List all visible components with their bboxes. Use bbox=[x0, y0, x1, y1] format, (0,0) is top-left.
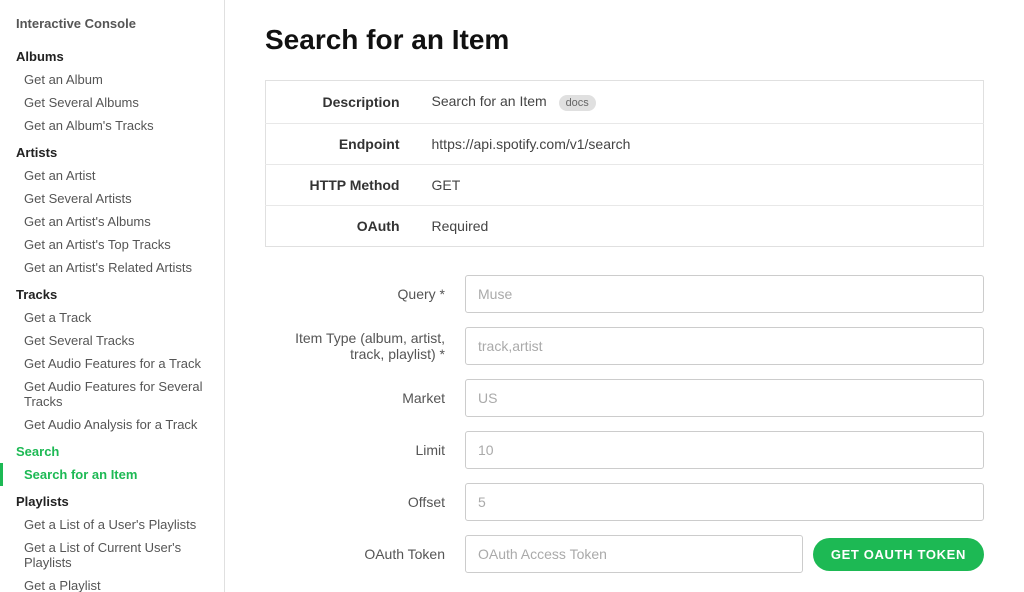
query-row: Query * bbox=[265, 275, 984, 313]
oauth-info-value: Required bbox=[416, 206, 984, 247]
item-type-label: Item Type (album, artist, track, playlis… bbox=[265, 330, 465, 362]
offset-label: Offset bbox=[265, 494, 465, 510]
sidebar: Interactive Console Albums Get an Album … bbox=[0, 0, 225, 592]
sidebar-section-albums: Albums bbox=[0, 41, 224, 68]
sidebar-item-search-for-item[interactable]: Search for an Item bbox=[0, 463, 224, 486]
sidebar-item-get-several-artists[interactable]: Get Several Artists bbox=[0, 187, 224, 210]
sidebar-item-get-track[interactable]: Get a Track bbox=[0, 306, 224, 329]
sidebar-item-get-artist[interactable]: Get an Artist bbox=[0, 164, 224, 187]
sidebar-item-get-artist-albums[interactable]: Get an Artist's Albums bbox=[0, 210, 224, 233]
sidebar-item-get-artist-top-tracks[interactable]: Get an Artist's Top Tracks bbox=[0, 233, 224, 256]
item-type-row: Item Type (album, artist, track, playlis… bbox=[265, 327, 984, 365]
description-value: Search for an Item docs bbox=[416, 81, 984, 124]
sidebar-item-get-audio-features-several[interactable]: Get Audio Features for Several Tracks bbox=[0, 375, 224, 413]
sidebar-section-tracks: Tracks bbox=[0, 279, 224, 306]
search-form: Query * Item Type (album, artist, track,… bbox=[265, 275, 984, 592]
market-input[interactable] bbox=[465, 379, 984, 417]
info-row-endpoint: Endpoint https://api.spotify.com/v1/sear… bbox=[266, 124, 984, 165]
limit-label: Limit bbox=[265, 442, 465, 458]
sidebar-item-get-current-user-playlists[interactable]: Get a List of Current User's Playlists bbox=[0, 536, 224, 574]
info-row-oauth: OAuth Required bbox=[266, 206, 984, 247]
oauth-info-label: OAuth bbox=[266, 206, 416, 247]
sidebar-item-get-several-tracks[interactable]: Get Several Tracks bbox=[0, 329, 224, 352]
sidebar-item-get-album-tracks[interactable]: Get an Album's Tracks bbox=[0, 114, 224, 137]
oauth-token-label: OAuth Token bbox=[265, 546, 465, 562]
page-title: Search for an Item bbox=[265, 24, 984, 56]
app-title: Interactive Console bbox=[0, 10, 224, 41]
query-label: Query * bbox=[265, 286, 465, 302]
description-label: Description bbox=[266, 81, 416, 124]
sidebar-item-get-artist-related[interactable]: Get an Artist's Related Artists bbox=[0, 256, 224, 279]
offset-row: Offset bbox=[265, 483, 984, 521]
sidebar-item-get-album[interactable]: Get an Album bbox=[0, 68, 224, 91]
sidebar-item-get-user-playlists[interactable]: Get a List of a User's Playlists bbox=[0, 513, 224, 536]
sidebar-section-artists: Artists bbox=[0, 137, 224, 164]
sidebar-section-search: Search bbox=[0, 436, 224, 463]
limit-input[interactable] bbox=[465, 431, 984, 469]
oauth-input-group: GET OAUTH TOKEN bbox=[465, 535, 984, 573]
sidebar-item-get-playlist[interactable]: Get a Playlist bbox=[0, 574, 224, 592]
sidebar-item-get-audio-features[interactable]: Get Audio Features for a Track bbox=[0, 352, 224, 375]
info-row-method: HTTP Method GET bbox=[266, 165, 984, 206]
method-label: HTTP Method bbox=[266, 165, 416, 206]
item-type-input[interactable] bbox=[465, 327, 984, 365]
limit-row: Limit bbox=[265, 431, 984, 469]
sidebar-item-get-several-albums[interactable]: Get Several Albums bbox=[0, 91, 224, 114]
sidebar-item-get-audio-analysis[interactable]: Get Audio Analysis for a Track bbox=[0, 413, 224, 436]
market-row: Market bbox=[265, 379, 984, 417]
main-content: Search for an Item Description Search fo… bbox=[225, 0, 1024, 592]
info-table: Description Search for an Item docs Endp… bbox=[265, 80, 984, 247]
get-oauth-token-button[interactable]: GET OAUTH TOKEN bbox=[813, 538, 984, 571]
market-label: Market bbox=[265, 390, 465, 406]
query-input[interactable] bbox=[465, 275, 984, 313]
method-value: GET bbox=[416, 165, 984, 206]
oauth-token-input[interactable] bbox=[465, 535, 803, 573]
oauth-token-row: OAuth Token GET OAUTH TOKEN bbox=[265, 535, 984, 573]
offset-input[interactable] bbox=[465, 483, 984, 521]
endpoint-value: https://api.spotify.com/v1/search bbox=[416, 124, 984, 165]
info-row-description: Description Search for an Item docs bbox=[266, 81, 984, 124]
endpoint-label: Endpoint bbox=[266, 124, 416, 165]
sidebar-section-playlists: Playlists bbox=[0, 486, 224, 513]
docs-badge[interactable]: docs bbox=[559, 95, 596, 111]
description-text: Search for an Item bbox=[432, 93, 547, 109]
